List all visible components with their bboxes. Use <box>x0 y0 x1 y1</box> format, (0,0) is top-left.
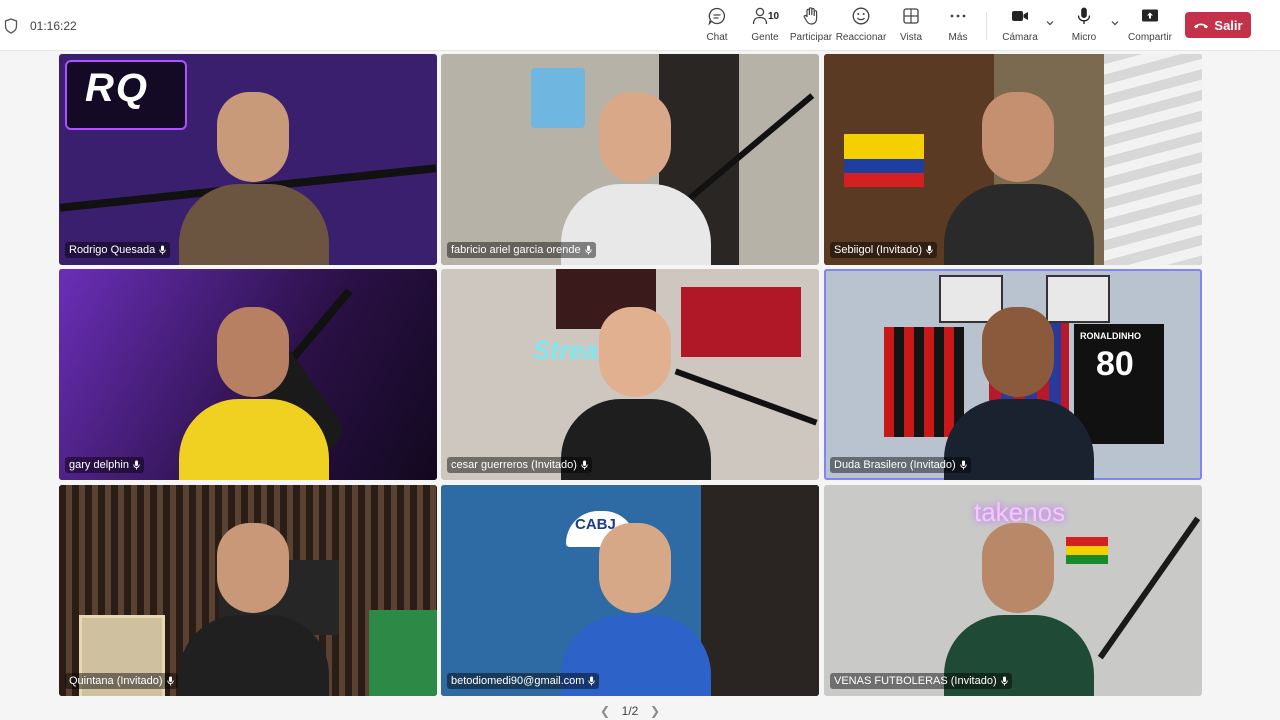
participant-face <box>599 307 671 397</box>
participant-video <box>179 184 329 265</box>
mic-label: Micro <box>1071 32 1097 43</box>
people-label: Gente <box>751 32 779 43</box>
raise-hand-button[interactable]: Participar <box>789 6 833 46</box>
participant-face <box>982 523 1054 613</box>
participant-name: Duda Brasilero (Invitado) <box>834 459 956 471</box>
participant-name: fabricio ariel garcia orende <box>451 244 581 256</box>
smiley-icon <box>852 7 870 25</box>
share-button[interactable]: Compartir <box>1128 6 1172 46</box>
mic-status-icon <box>926 245 933 255</box>
participant-face <box>599 523 671 613</box>
participant-face <box>217 92 289 182</box>
participant-tile[interactable]: Quintana (Invitado) <box>59 485 437 696</box>
react-label: Reaccionar <box>835 32 887 43</box>
camera-icon <box>1012 11 1028 21</box>
participant-name-badge: VENAS FUTBOLERAS (Invitado) <box>830 673 1012 689</box>
toolbar-divider <box>986 12 987 40</box>
camera-button[interactable]: Cámara <box>1002 6 1038 46</box>
mic-status-icon <box>584 245 592 255</box>
share-screen-icon <box>1142 9 1158 22</box>
meeting-timer: 01:16:22 <box>30 19 77 33</box>
participant-name: VENAS FUTBOLERAS (Invitado) <box>834 675 997 687</box>
participant-face <box>599 92 671 182</box>
participant-name: Rodrigo Quesada <box>69 244 156 256</box>
mic-status-icon <box>581 460 588 470</box>
participant-tile[interactable]: gary delphin <box>59 269 437 480</box>
participant-name: cesar guerreros (Invitado) <box>451 459 577 471</box>
page-navigator: ❮ 1/2 ❯ <box>600 703 660 719</box>
next-page-icon[interactable]: ❯ <box>650 704 660 718</box>
tile-logo-text: RQ <box>85 66 149 110</box>
participant-name: Quintana (Invitado) <box>69 675 163 687</box>
more-button[interactable]: Más <box>946 6 970 46</box>
mic-options-chevron-icon[interactable] <box>1110 18 1120 28</box>
react-button[interactable]: Reaccionar <box>835 6 887 46</box>
participant-tile[interactable]: CABJ betodiomedi90@gmail.com <box>441 485 819 696</box>
participant-name-badge: Rodrigo Quesada <box>65 242 171 258</box>
chat-label: Chat <box>706 32 728 43</box>
chat-icon <box>708 7 726 26</box>
participant-name-badge: Quintana (Invitado) <box>65 673 178 689</box>
view-button[interactable]: Vista <box>897 6 925 46</box>
mic-button[interactable]: Micro <box>1070 6 1098 46</box>
mic-status-icon <box>588 676 596 686</box>
mic-status-icon <box>133 460 140 470</box>
shield-icon <box>4 18 18 34</box>
leave-label: Salir <box>1214 17 1243 33</box>
tile-jersey-number: 80 <box>1096 345 1134 383</box>
participant-video <box>944 184 1094 265</box>
raise-hand-label: Participar <box>789 32 833 43</box>
participant-name-badge: betodiomedi90@gmail.com <box>447 673 600 689</box>
participant-name-badge: fabricio ariel garcia orende <box>447 242 596 258</box>
tile-jersey-name: RONALDINHO <box>1080 331 1141 341</box>
more-icon <box>950 14 966 18</box>
participant-face <box>982 307 1054 397</box>
participant-tile[interactable]: RQ Rodrigo Quesada <box>59 54 437 265</box>
participant-name: Sebiigol (Invitado) <box>834 244 923 256</box>
mic-status-icon <box>159 245 166 255</box>
participant-name: betodiomedi90@gmail.com <box>451 675 585 687</box>
hang-up-icon <box>1194 23 1209 29</box>
leave-button[interactable]: Salir <box>1185 12 1251 38</box>
participant-tile[interactable]: Sebiigol (Invitado) <box>824 54 1202 265</box>
participant-tile[interactable]: takenos VENAS FUTBOLERAS (Invitado) <box>824 485 1202 696</box>
participant-face <box>982 92 1054 182</box>
mic-status-icon <box>1000 676 1008 686</box>
people-count: 10 <box>768 11 780 22</box>
grid-view-icon <box>903 8 919 24</box>
mic-status-icon <box>166 676 174 686</box>
participant-name-badge: Sebiigol (Invitado) <box>830 242 938 258</box>
participant-name-badge: Duda Brasilero (Invitado) <box>830 457 971 473</box>
participant-name-badge: cesar guerreros (Invitado) <box>447 457 592 473</box>
participant-tile[interactable]: fabricio ariel garcia orende <box>441 54 819 265</box>
participant-tile[interactable]: RONALDINHO 80 Duda Brasilero (Invitado) <box>824 269 1202 480</box>
participant-name: gary delphin <box>69 459 129 471</box>
chat-button[interactable]: Chat <box>704 6 730 46</box>
participant-name-badge: gary delphin <box>65 457 144 473</box>
participant-face <box>217 523 289 613</box>
camera-label: Cámara <box>1002 32 1038 43</box>
microphone-icon <box>1077 7 1091 24</box>
page-indicator: 1/2 <box>621 704 639 718</box>
camera-options-chevron-icon[interactable] <box>1045 18 1055 28</box>
participant-face <box>217 307 289 397</box>
share-label: Compartir <box>1128 32 1172 43</box>
mic-status-icon <box>960 460 967 470</box>
people-button[interactable]: 10 Gente <box>750 6 780 46</box>
meeting-toolbar: 01:16:22 Chat 10 Gente Participar Reacci… <box>0 0 1280 51</box>
view-label: Vista <box>899 32 923 43</box>
hand-icon <box>803 7 818 25</box>
more-label: Más <box>948 32 968 43</box>
participant-tile[interactable]: Stream cesar guerreros (Invitado) <box>441 269 819 480</box>
previous-page-icon[interactable]: ❮ <box>600 704 610 718</box>
